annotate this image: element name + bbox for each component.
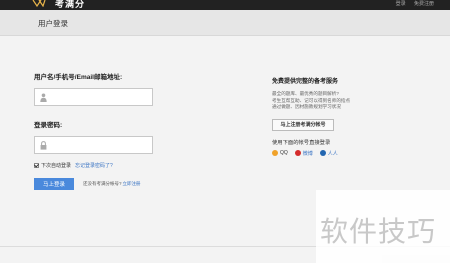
renren-label: 人人: [327, 150, 338, 157]
weibo-label: 微博: [302, 150, 313, 157]
login-button[interactable]: 马上登录: [34, 178, 74, 190]
weibo-icon: [294, 150, 301, 157]
login-form: 用户名/手机号/Email邮箱地址: 登录密码: 下次自动登录 忘记登录密码了?…: [34, 71, 254, 190]
renren-login-button[interactable]: 人人: [319, 150, 338, 157]
watermark: 软件技巧: [316, 190, 450, 263]
signup-sidebar: 免费提供完整的备考服务 最全的题库、最优秀的题目解析? 考生互帮互助、记可以得到…: [272, 76, 412, 157]
login-actions: 马上登录 还没有考满分帐号?立即注册: [34, 178, 254, 190]
nav-register-link[interactable]: 免费注册: [414, 1, 434, 7]
top-bar: 考满分 登录 免费注册: [0, 0, 450, 10]
lock-icon: [40, 141, 47, 150]
register-account-button[interactable]: 马上注册考满分帐号: [272, 118, 334, 131]
top-nav: 登录 免费注册: [389, 0, 434, 8]
nav-login-link[interactable]: 登录: [396, 1, 406, 7]
password-label: 登录密码:: [34, 122, 63, 129]
renren-icon: [319, 150, 326, 157]
social-login-list: QQ 微博 人人: [272, 150, 412, 157]
no-account-label: 还没有考满分帐号?: [83, 181, 122, 186]
remember-row: 下次自动登录 忘记登录密码了?: [34, 162, 254, 169]
page-title: 用户登录: [38, 19, 68, 28]
weibo-login-button[interactable]: 微博: [294, 150, 313, 157]
qq-login-button[interactable]: QQ: [272, 150, 288, 157]
sidebar-desc-line: 通过做题、因材施教规划学习状况: [272, 104, 341, 110]
username-field[interactable]: [34, 88, 153, 106]
qq-label: QQ: [280, 150, 288, 157]
sidebar-desc-line: 最全的题库、最优秀的题目解析?: [272, 91, 339, 96]
sidebar-description: 最全的题库、最优秀的题目解析? 考生互帮互助、记可以得到名师的指点 通过做题、因…: [272, 91, 412, 111]
page-header: 用户登录: [0, 10, 450, 36]
sidebar-heading: 免费提供完整的备考服务: [272, 79, 339, 85]
qq-icon: [272, 150, 278, 157]
no-account-text: 还没有考满分帐号?立即注册: [83, 181, 141, 187]
password-input[interactable]: [51, 139, 149, 151]
other-login-label: 使用下面的帐号直接登录: [272, 139, 331, 146]
watermark-text: 软件技巧: [320, 215, 437, 248]
site-name[interactable]: 考满分: [55, 0, 85, 10]
logo-icon: [32, 0, 46, 7]
user-icon: [40, 93, 47, 102]
username-label: 用户名/手机号/Email邮箱地址:: [34, 74, 123, 81]
username-input[interactable]: [51, 91, 149, 103]
forgot-password-link[interactable]: 忘记登录密码了?: [75, 162, 113, 169]
remember-label[interactable]: 下次自动登录: [41, 162, 71, 169]
remember-checkbox[interactable]: [34, 163, 39, 168]
register-link[interactable]: 立即注册: [123, 181, 141, 186]
password-field[interactable]: [34, 136, 153, 154]
